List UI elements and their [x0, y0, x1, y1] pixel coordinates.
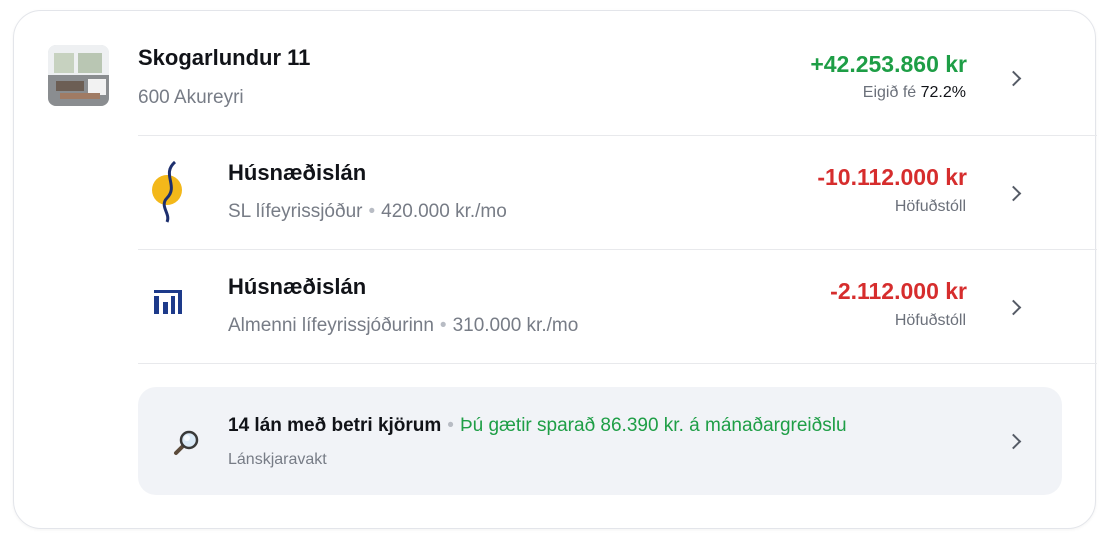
- magnifier-icon: [171, 428, 201, 458]
- equity-amount: +42.253.860 kr: [810, 51, 967, 77]
- loan-row[interactable]: Húsnæðislán SL lífeyrissjóður • 420.000 kr…: [14, 136, 1097, 249]
- chevron-right-icon[interactable]: [1005, 185, 1022, 202]
- equity-label: Eigið fé: [862, 84, 917, 101]
- loan-amount-label: Höfuðstóll: [894, 198, 966, 215]
- sl-lifeyrissjodur-logo-icon: [149, 160, 189, 224]
- separator-dot: •: [368, 201, 376, 222]
- property-address: 600 Akureyri: [138, 87, 244, 108]
- chevron-right-icon[interactable]: [1005, 299, 1022, 316]
- loan-row[interactable]: Húsnæðislán Almenni lífeyrissjóðurinn • 31…: [14, 250, 1097, 363]
- loan-amount-label: Höfuðstóll: [894, 312, 966, 329]
- separator-dot: •: [447, 415, 454, 436]
- banner-title: 14 lán með betri kjörum: [228, 415, 442, 436]
- banner-headline: 14 lán með betri kjörum • Þú gætir sparað …: [228, 415, 847, 437]
- better-terms-banner[interactable]: 14 lán með betri kjörum • Þú gætir sparað …: [138, 387, 1062, 495]
- loan-title: Húsnæðislán: [228, 274, 367, 299]
- separator-dot: •: [439, 315, 447, 336]
- loan-amount: -2.112.000 kr: [830, 278, 967, 304]
- loan-lender: SL lífeyrissjóður: [228, 201, 363, 222]
- banner-savings: Þú gætir sparað 86.390 kr. á mánaðargrei…: [459, 415, 847, 436]
- loan-title: Húsnæðislán: [228, 160, 367, 185]
- property-name: Skogarlundur 11: [138, 45, 311, 70]
- property-card: Skogarlundur 11 600 Akureyri +42.253.860…: [13, 10, 1097, 529]
- banner-subtitle: Lánskjaravakt: [228, 451, 327, 468]
- loan-lender: Almenni lífeyrissjóðurinn: [228, 315, 434, 336]
- property-row[interactable]: Skogarlundur 11 600 Akureyri +42.253.860…: [14, 11, 1097, 135]
- almenni-logo-icon: [152, 286, 184, 318]
- chevron-right-icon[interactable]: [1005, 70, 1022, 87]
- equity-info: Eigið fé 72.2%: [863, 84, 966, 102]
- loan-details: SL lífeyrissjóður • 420.000 kr./mo: [228, 201, 507, 223]
- divider: [138, 363, 1097, 364]
- house-photo-thumbnail: [48, 45, 109, 106]
- loan-amount: -10.112.000 kr: [817, 164, 967, 190]
- chevron-right-icon[interactable]: [1005, 433, 1022, 450]
- equity-percent: 72.2%: [920, 84, 966, 101]
- loan-payment: 420.000 kr./mo: [381, 201, 507, 222]
- loan-details: Almenni lífeyrissjóðurinn • 310.000 kr./mo: [228, 315, 578, 337]
- loan-payment: 310.000 kr./mo: [452, 315, 579, 336]
